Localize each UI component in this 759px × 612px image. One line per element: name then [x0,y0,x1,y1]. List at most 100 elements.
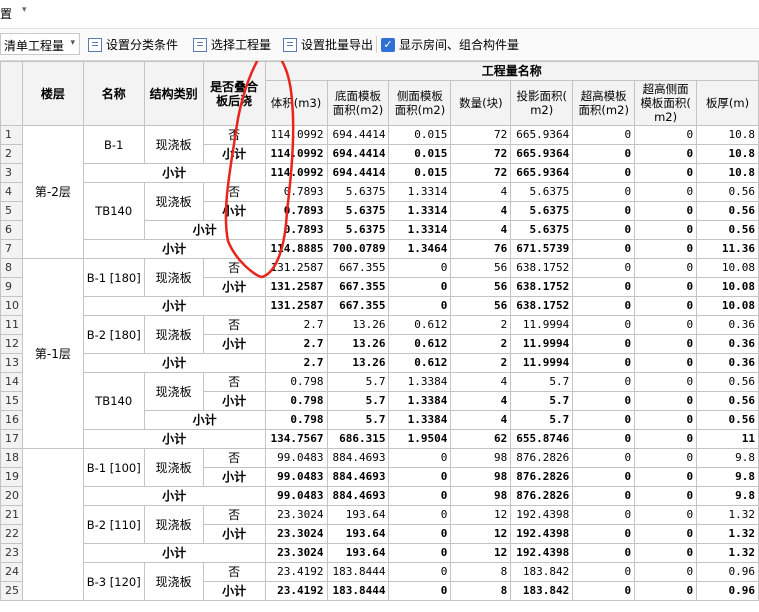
value-cell[interactable]: 1.3314 [388,220,452,240]
value-cell[interactable]: 0.612 [388,315,452,335]
header-count[interactable]: 数量(块) [450,80,512,126]
row-number[interactable]: 17 [0,429,23,449]
row-number[interactable]: 20 [0,486,23,506]
value-cell[interactable]: 0 [388,486,452,506]
value-cell[interactable]: 2.7 [264,315,328,335]
value-cell[interactable]: 0.36 [696,334,759,354]
value-cell[interactable]: 23.4192 [264,581,328,601]
value-cell[interactable]: 0.7893 [264,220,328,240]
value-cell[interactable]: 0 [572,486,636,506]
value-cell[interactable]: 5.6375 [510,220,574,240]
row-number[interactable]: 19 [0,467,23,487]
value-cell[interactable]: 0 [572,239,636,259]
value-cell[interactable]: 12 [450,505,512,525]
value-cell[interactable]: 0 [634,201,698,221]
value-cell[interactable]: 0 [572,524,636,544]
post-pour-cell[interactable]: 否 [202,125,266,145]
value-cell[interactable]: 884.4693 [326,467,390,487]
value-cell[interactable]: 10.8 [696,163,759,183]
value-cell[interactable]: 5.7 [510,410,574,430]
show-rooms-checkbox[interactable]: ✓ 显示房间、组合构件量 [381,36,519,53]
value-cell[interactable]: 0 [634,372,698,392]
value-cell[interactable]: 1.3384 [388,410,452,430]
row-number[interactable]: 7 [0,239,23,259]
row-number[interactable]: 4 [0,182,23,202]
row-number[interactable]: 3 [0,163,23,183]
value-cell[interactable]: 9.8 [696,467,759,487]
value-cell[interactable]: 13.26 [326,334,390,354]
value-cell[interactable]: 638.1752 [510,277,574,297]
value-cell[interactable]: 0 [572,372,636,392]
value-cell[interactable]: 0.798 [264,391,328,411]
value-cell[interactable]: 98 [450,467,512,487]
value-cell[interactable]: 183.842 [510,581,574,601]
value-cell[interactable]: 0.015 [388,125,452,145]
value-cell[interactable]: 4 [450,391,512,411]
value-cell[interactable]: 0 [572,334,636,354]
row-number[interactable]: 15 [0,391,23,411]
value-cell[interactable]: 0 [634,239,698,259]
name-cell[interactable]: B-1 [82,125,145,164]
value-cell[interactable]: 11.9994 [510,334,574,354]
value-cell[interactable]: 0 [634,486,698,506]
value-cell[interactable]: 11.9994 [510,315,574,335]
value-cell[interactable]: 671.5739 [510,239,574,259]
value-cell[interactable]: 23.3024 [264,524,328,544]
value-cell[interactable]: 876.2826 [510,448,574,468]
value-cell[interactable]: 0.96 [696,581,759,601]
struct-cell[interactable]: 现浇板 [143,315,204,354]
struct-cell[interactable]: 现浇板 [143,372,204,411]
value-cell[interactable]: 0 [634,315,698,335]
value-cell[interactable]: 0 [634,258,698,278]
value-cell[interactable]: 0.015 [388,163,452,183]
row-number[interactable]: 16 [0,410,23,430]
value-cell[interactable]: 0 [572,353,636,373]
value-cell[interactable]: 12 [450,543,512,563]
header-projection[interactable]: 投影面积( m2) [510,80,574,126]
value-cell[interactable]: 0 [634,581,698,601]
name-cell[interactable]: B-2 [180] [82,315,145,354]
value-cell[interactable]: 183.842 [510,562,574,582]
struct-cell[interactable]: 现浇板 [143,182,204,221]
header-volume[interactable]: 体积(m3) [264,80,328,126]
value-cell[interactable]: 0.36 [696,315,759,335]
value-cell[interactable]: 876.2826 [510,486,574,506]
value-cell[interactable]: 0 [572,125,636,145]
value-cell[interactable]: 5.6375 [326,220,390,240]
value-cell[interactable]: 1.32 [696,524,759,544]
row-number[interactable]: 5 [0,201,23,221]
value-cell[interactable]: 99.0483 [264,486,328,506]
value-cell[interactable]: 0 [634,277,698,297]
header-thickness[interactable]: 板厚(m) [696,80,759,126]
value-cell[interactable]: 0 [634,524,698,544]
value-cell[interactable]: 0 [572,448,636,468]
value-cell[interactable]: 0 [634,429,698,449]
row-number[interactable]: 22 [0,524,23,544]
name-cell[interactable]: B-3 [120] [82,562,145,601]
value-cell[interactable]: 0 [388,467,452,487]
value-cell[interactable]: 5.7 [326,410,390,430]
value-cell[interactable]: 12 [450,524,512,544]
value-cell[interactable]: 0.612 [388,334,452,354]
batch-export-button[interactable]: 设置批量导出 [283,36,373,53]
value-cell[interactable]: 56 [450,277,512,297]
name-cell[interactable]: B-1 [100] [82,448,145,487]
value-cell[interactable]: 11.36 [696,239,759,259]
header-overheight-formwork[interactable]: 超高模板 面积(m2) [572,80,636,126]
value-cell[interactable]: 4 [450,220,512,240]
struct-cell[interactable]: 现浇板 [143,505,204,544]
value-cell[interactable]: 8 [450,581,512,601]
value-cell[interactable]: 0 [388,448,452,468]
name-cell[interactable]: TB140 [82,182,145,240]
value-cell[interactable]: 5.7 [326,391,390,411]
value-cell[interactable]: 134.7567 [264,429,328,449]
value-cell[interactable]: 9.8 [696,448,759,468]
value-cell[interactable]: 1.9504 [388,429,452,449]
value-cell[interactable]: 0.7893 [264,201,328,221]
value-cell[interactable]: 0 [388,505,452,525]
value-cell[interactable]: 23.3024 [264,505,328,525]
value-cell[interactable]: 72 [450,163,512,183]
value-cell[interactable]: 0 [634,353,698,373]
value-cell[interactable]: 0.56 [696,182,759,202]
value-cell[interactable]: 0 [388,524,452,544]
